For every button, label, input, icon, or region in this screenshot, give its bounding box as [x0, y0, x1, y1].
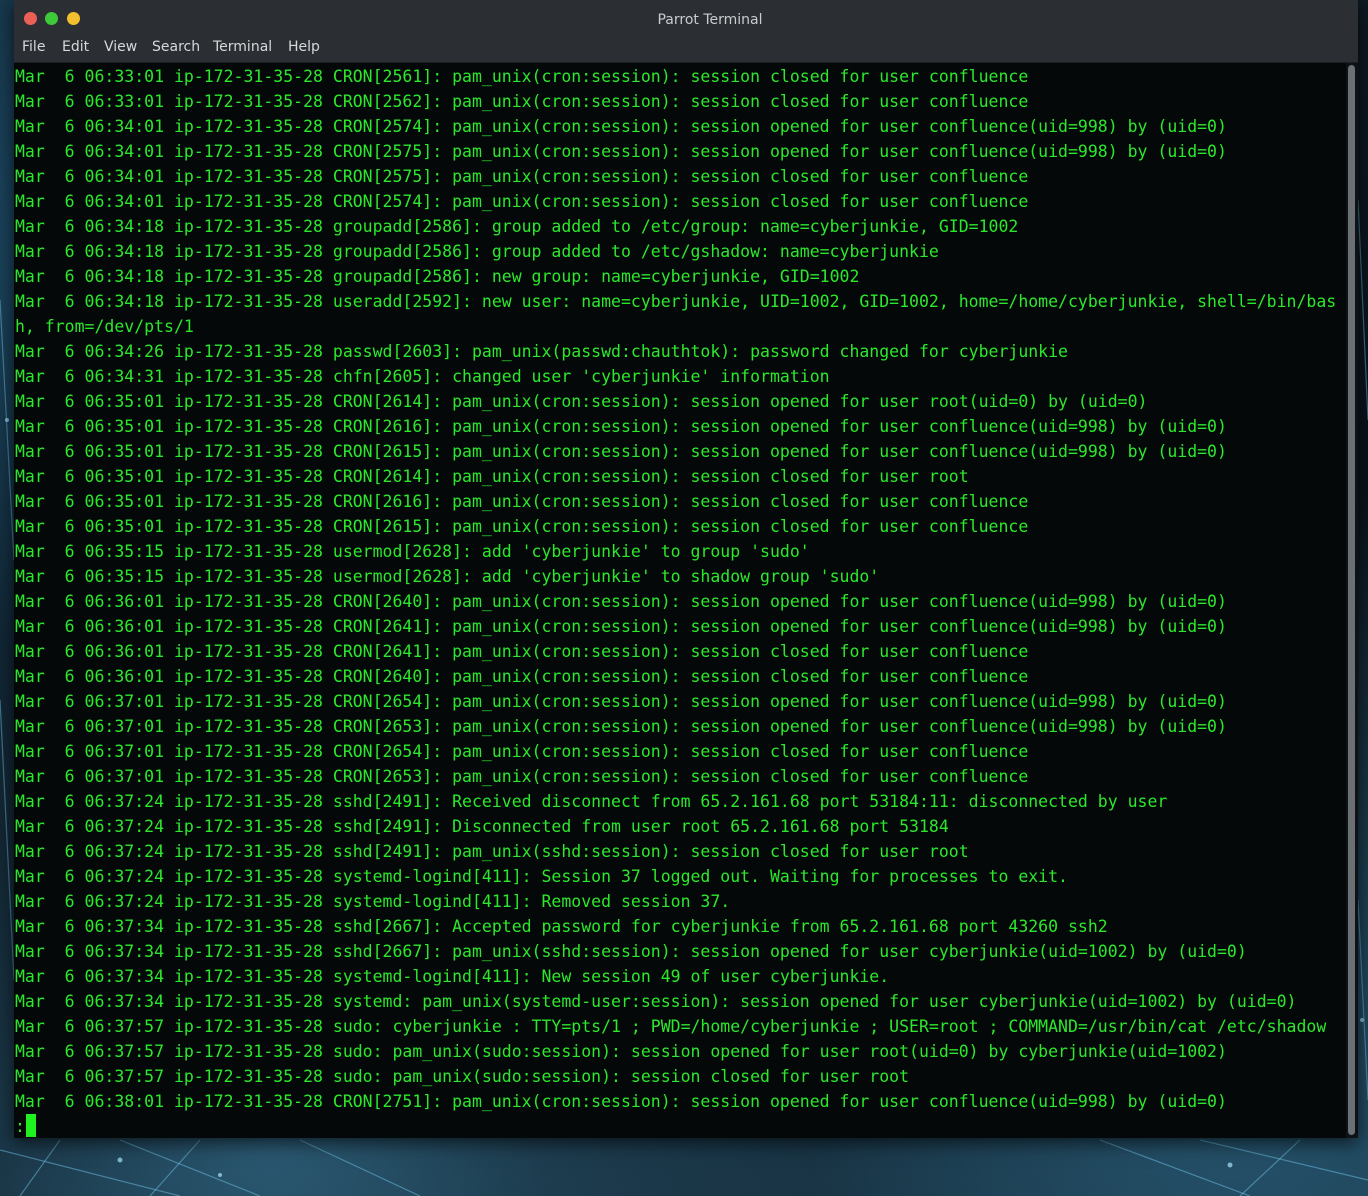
terminal-line: Mar 6 06:36:01 ip-172-31-35-28 CRON[2640… — [15, 592, 1227, 611]
vertical-scrollbar[interactable] — [1346, 63, 1358, 1138]
terminal-line: Mar 6 06:34:01 ip-172-31-35-28 CRON[2574… — [15, 117, 1227, 136]
terminal-line: Mar 6 06:37:01 ip-172-31-35-28 CRON[2654… — [15, 742, 1029, 761]
title-bar[interactable]: Parrot Terminal — [14, 0, 1358, 36]
terminal-line: Mar 6 06:35:15 ip-172-31-35-28 usermod[2… — [15, 542, 810, 561]
terminal-line: Mar 6 06:38:01 ip-172-31-35-28 CRON[2751… — [15, 1092, 1227, 1111]
terminal-line: Mar 6 06:35:01 ip-172-31-35-28 CRON[2614… — [15, 467, 969, 486]
terminal-line: Mar 6 06:37:01 ip-172-31-35-28 CRON[2653… — [15, 767, 1029, 786]
terminal-line: Mar 6 06:37:34 ip-172-31-35-28 systemd-l… — [15, 967, 890, 986]
terminal-line: Mar 6 06:37:01 ip-172-31-35-28 CRON[2653… — [15, 717, 1227, 736]
terminal-line: Mar 6 06:34:18 ip-172-31-35-28 groupadd[… — [15, 242, 939, 261]
terminal-line: Mar 6 06:37:24 ip-172-31-35-28 systemd-l… — [15, 892, 731, 911]
terminal-line: Mar 6 06:34:01 ip-172-31-35-28 CRON[2575… — [15, 142, 1227, 161]
terminal-line: Mar 6 06:37:24 ip-172-31-35-28 sshd[2491… — [15, 792, 1168, 811]
terminal-line: Mar 6 06:37:34 ip-172-31-35-28 systemd: … — [15, 992, 1297, 1011]
terminal-output-area[interactable]: Mar 6 06:33:01 ip-172-31-35-28 CRON[2561… — [14, 63, 1346, 1138]
terminal-line: Mar 6 06:35:01 ip-172-31-35-28 CRON[2615… — [15, 517, 1029, 536]
menu-search[interactable]: Search — [152, 39, 200, 55]
terminal-line: Mar 6 06:34:18 ip-172-31-35-28 groupadd[… — [15, 217, 1019, 236]
terminal-line: Mar 6 06:36:01 ip-172-31-35-28 CRON[2640… — [15, 667, 1029, 686]
terminal-line: Mar 6 06:36:01 ip-172-31-35-28 CRON[2641… — [15, 642, 1029, 661]
terminal-output: Mar 6 06:33:01 ip-172-31-35-28 CRON[2561… — [15, 64, 1336, 1114]
terminal-line: Mar 6 06:34:18 ip-172-31-35-28 useradd[2… — [15, 292, 1337, 311]
menu-help[interactable]: Help — [288, 39, 320, 55]
terminal-line: Mar 6 06:37:34 ip-172-31-35-28 sshd[2667… — [15, 942, 1247, 961]
menu-view[interactable]: View — [104, 39, 137, 55]
terminal-line: Mar 6 06:37:57 ip-172-31-35-28 sudo: pam… — [15, 1067, 910, 1086]
terminal-line: Mar 6 06:37:24 ip-172-31-35-28 sshd[2491… — [15, 842, 969, 861]
terminal-line: Mar 6 06:37:57 ip-172-31-35-28 sudo: pam… — [15, 1042, 1227, 1061]
terminal-line: Mar 6 06:35:01 ip-172-31-35-28 CRON[2616… — [15, 417, 1227, 436]
terminal-line: Mar 6 06:35:01 ip-172-31-35-28 CRON[2614… — [15, 392, 1148, 411]
pager-prompt: : — [15, 1117, 25, 1136]
terminal-line: h, from=/dev/pts/1 — [15, 317, 194, 336]
text-cursor — [25, 1114, 36, 1137]
terminal-window: Parrot Terminal File Edit View Search Te… — [14, 0, 1358, 1138]
terminal-line: Mar 6 06:34:31 ip-172-31-35-28 chfn[2605… — [15, 367, 830, 386]
terminal-line: Mar 6 06:37:01 ip-172-31-35-28 CRON[2654… — [15, 692, 1227, 711]
menu-terminal[interactable]: Terminal — [213, 39, 272, 55]
terminal-line: Mar 6 06:35:01 ip-172-31-35-28 CRON[2616… — [15, 492, 1029, 511]
terminal-line: Mar 6 06:35:01 ip-172-31-35-28 CRON[2615… — [15, 442, 1227, 461]
terminal-line: Mar 6 06:37:24 ip-172-31-35-28 sshd[2491… — [15, 817, 949, 836]
scrollbar-thumb[interactable] — [1348, 65, 1355, 1135]
terminal-line: Mar 6 06:36:01 ip-172-31-35-28 CRON[2641… — [15, 617, 1227, 636]
terminal-line: Mar 6 06:34:18 ip-172-31-35-28 groupadd[… — [15, 267, 860, 286]
menu-bar: File Edit View Search Terminal Help — [14, 36, 1358, 63]
prompt-line: : — [15, 1114, 36, 1138]
terminal-line: Mar 6 06:34:01 ip-172-31-35-28 CRON[2574… — [15, 192, 1029, 211]
terminal-line: Mar 6 06:34:01 ip-172-31-35-28 CRON[2575… — [15, 167, 1029, 186]
terminal-line: Mar 6 06:37:34 ip-172-31-35-28 sshd[2667… — [15, 917, 1108, 936]
terminal-line: Mar 6 06:35:15 ip-172-31-35-28 usermod[2… — [15, 567, 880, 586]
window-title: Parrot Terminal — [657, 12, 763, 28]
terminal-line: Mar 6 06:37:57 ip-172-31-35-28 sudo: cyb… — [15, 1017, 1327, 1036]
terminal-line: Mar 6 06:37:24 ip-172-31-35-28 systemd-l… — [15, 867, 1068, 886]
terminal-line: Mar 6 06:34:26 ip-172-31-35-28 passwd[26… — [15, 342, 1068, 361]
menu-edit[interactable]: Edit — [62, 39, 89, 55]
menu-file[interactable]: File — [22, 39, 45, 55]
terminal-line: Mar 6 06:33:01 ip-172-31-35-28 CRON[2561… — [15, 67, 1029, 86]
terminal-line: Mar 6 06:33:01 ip-172-31-35-28 CRON[2562… — [15, 92, 1029, 111]
